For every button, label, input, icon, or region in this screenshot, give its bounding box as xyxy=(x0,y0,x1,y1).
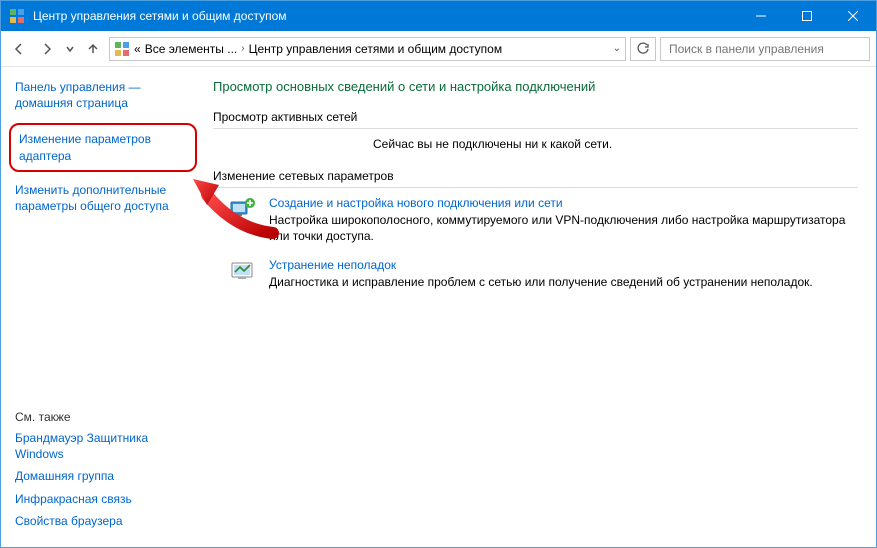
sidebar-advanced-sharing-link[interactable]: Изменить дополнительные параметры общего… xyxy=(15,182,193,214)
active-networks-title: Просмотр активных сетей xyxy=(213,110,858,129)
chevron-right-icon: › xyxy=(241,43,244,54)
task-new-connection: Создание и настройка нового подключения … xyxy=(229,196,858,244)
task-troubleshoot: Устранение неполадок Диагностика и испра… xyxy=(229,258,858,290)
titlebar: Центр управления сетями и общим доступом xyxy=(1,1,876,31)
up-button[interactable] xyxy=(81,37,105,61)
maximize-button[interactable] xyxy=(784,1,830,31)
network-settings-title: Изменение сетевых параметров xyxy=(213,169,858,188)
see-also-title: См. также xyxy=(15,410,193,424)
search-input[interactable] xyxy=(667,41,863,57)
refresh-button[interactable] xyxy=(630,37,656,61)
task-new-connection-link[interactable]: Создание и настройка нового подключения … xyxy=(269,196,858,210)
back-button[interactable] xyxy=(7,37,31,61)
troubleshoot-icon xyxy=(229,258,257,286)
crumb-item-1[interactable]: Все элементы ... xyxy=(145,42,238,56)
breadcrumb[interactable]: « Все элементы ... › Центр управления се… xyxy=(109,37,626,61)
crumb-prefix: « xyxy=(134,42,141,56)
task-new-connection-desc: Настройка широкополосного, коммутируемог… xyxy=(269,212,858,244)
see-also-homegroup[interactable]: Домашняя группа xyxy=(15,468,193,484)
minimize-button[interactable] xyxy=(738,1,784,31)
annotation-highlight: Изменение параметров адаптера xyxy=(9,123,197,171)
see-also-irda[interactable]: Инфракрасная связь xyxy=(15,491,193,507)
sidebar-spacer xyxy=(15,228,193,410)
no-connection-message: Сейчас вы не подключены ни к какой сети. xyxy=(373,137,858,151)
control-panel-icon xyxy=(9,8,25,24)
chevron-down-icon[interactable]: ⌄ xyxy=(613,43,621,54)
new-connection-icon xyxy=(229,196,257,224)
sidebar: Панель управления — домашняя страница Из… xyxy=(1,67,203,547)
see-also: См. также Брандмауэр Защитника Windows Д… xyxy=(15,410,193,535)
crumb-item-2[interactable]: Центр управления сетями и общим доступом xyxy=(249,42,503,56)
body: Панель управления — домашняя страница Из… xyxy=(1,67,876,547)
search-box[interactable] xyxy=(660,37,870,61)
recent-button[interactable] xyxy=(63,37,77,61)
sidebar-adapter-settings-link[interactable]: Изменение параметров адаптера xyxy=(19,131,187,163)
see-also-inetopts[interactable]: Свойства браузера xyxy=(15,513,193,529)
window-controls xyxy=(738,1,876,31)
close-button[interactable] xyxy=(830,1,876,31)
see-also-firewall[interactable]: Брандмауэр Защитника Windows xyxy=(15,430,193,462)
task-troubleshoot-link[interactable]: Устранение неполадок xyxy=(269,258,813,272)
forward-button[interactable] xyxy=(35,37,59,61)
nav-row: « Все элементы ... › Центр управления се… xyxy=(1,31,876,67)
sidebar-home-link[interactable]: Панель управления — домашняя страница xyxy=(15,79,193,111)
page-heading: Просмотр основных сведений о сети и наст… xyxy=(213,79,858,94)
window: Центр управления сетями и общим доступом xyxy=(0,0,877,548)
window-title: Центр управления сетями и общим доступом xyxy=(33,9,738,23)
control-panel-icon xyxy=(114,41,130,57)
main-content: Просмотр основных сведений о сети и наст… xyxy=(203,67,876,547)
task-troubleshoot-desc: Диагностика и исправление проблем с сеть… xyxy=(269,274,813,290)
